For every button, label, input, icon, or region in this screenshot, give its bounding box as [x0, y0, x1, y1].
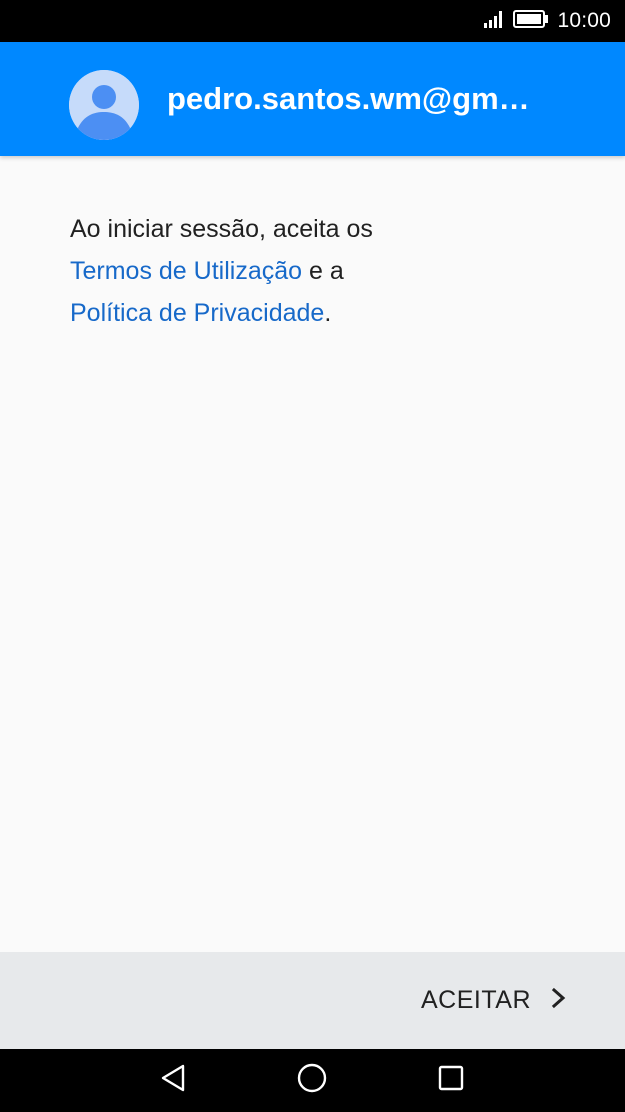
consent-line-2: Termos de Utilização e a [70, 250, 570, 292]
back-button[interactable] [143, 1049, 203, 1112]
signal-icon [483, 10, 505, 33]
nav-bar [0, 1049, 625, 1112]
battery-icon [513, 9, 549, 33]
consent-text: Ao iniciar sessão, aceita os Termos de U… [70, 208, 570, 334]
back-icon [159, 1063, 187, 1098]
recents-button[interactable] [421, 1049, 481, 1112]
status-time: 10:00 [557, 9, 611, 32]
accept-button[interactable]: ACEITAR [421, 952, 567, 1049]
period-text: . [324, 299, 332, 327]
recents-icon [437, 1064, 465, 1097]
consent-line-1: Ao iniciar sessão, aceita os [70, 215, 373, 243]
account-circle-icon [69, 70, 139, 140]
status-bar: 10:00 [0, 0, 625, 42]
screen: 10:00 pedro.santos.wm@gm… Ao iniciar ses… [0, 0, 625, 1112]
terms-of-use-link[interactable]: Termos de Utilização [70, 257, 302, 285]
status-icons: 10:00 [483, 0, 611, 42]
home-icon [296, 1062, 328, 1099]
privacy-policy-link[interactable]: Política de Privacidade [70, 299, 324, 327]
home-button[interactable] [282, 1049, 342, 1112]
action-bar: ACEITAR [0, 952, 625, 1049]
connector-text: e a [302, 257, 344, 285]
account-email: pedro.santos.wm@gm… [167, 81, 530, 116]
consent-line-3: Política de Privacidade. [70, 292, 570, 334]
chevron-right-icon [551, 987, 567, 1014]
accept-label: ACEITAR [421, 986, 531, 1014]
account-header: pedro.santos.wm@gm… [0, 42, 625, 156]
